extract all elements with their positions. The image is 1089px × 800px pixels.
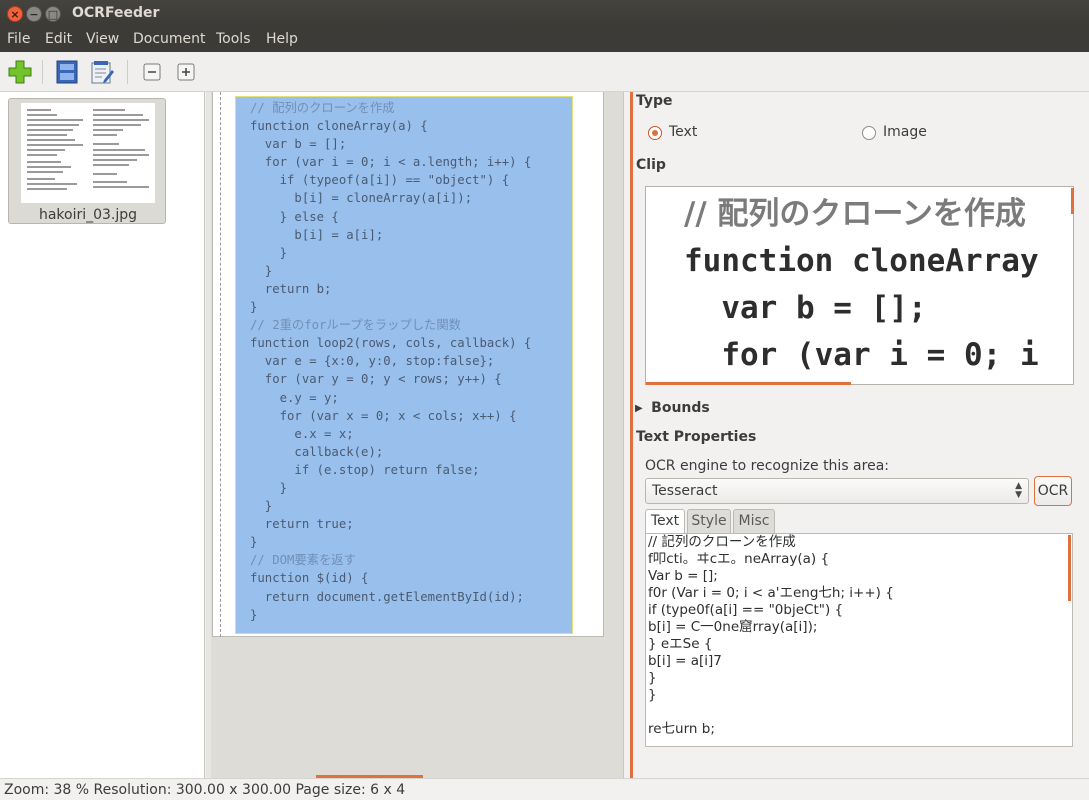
- code-line: var e = {x:0, y:0, stop:false};: [250, 354, 495, 369]
- expander-arrow-icon: ▶: [635, 403, 643, 414]
- code-line: e.y = y;: [250, 390, 339, 405]
- type-image-label[interactable]: Image: [883, 124, 927, 140]
- clip-heading: Clip: [636, 157, 666, 173]
- code-line: function loop2(rows, cols, callback) {: [250, 336, 532, 351]
- clip-horizontal-scrollbar[interactable]: [646, 382, 851, 385]
- add-image-button[interactable]: [6, 58, 34, 86]
- tab-style[interactable]: Style: [687, 509, 731, 533]
- ocr-engine-value: Tesseract: [652, 483, 718, 499]
- code-line: }: [250, 535, 258, 550]
- toolbar: [0, 52, 1089, 92]
- clip-preview: // 配列のクローンを作成 function cloneArray var b =…: [645, 186, 1074, 385]
- type-text-radio[interactable]: [648, 126, 662, 140]
- bounds-heading: Bounds: [651, 400, 710, 416]
- menu-bar: File Edit View Document Tools Help: [0, 28, 1089, 52]
- code-comment-line: // DOM要素を返す: [250, 553, 356, 568]
- ocr-text-editor[interactable]: // 記列のクローンを作成 f叩cti。ヰcエ。neArray(a) { Var…: [645, 533, 1073, 747]
- code-line: b[i] = a[i];: [250, 227, 384, 242]
- title-bar: × − □ OCRFeeder: [0, 0, 1089, 28]
- code-comment-line: // 2重のforループをラップした関数: [250, 318, 461, 333]
- ocrfeeder-window: × − □ OCRFeeder File Edit View Document …: [0, 0, 1089, 800]
- add-icon: [8, 60, 32, 84]
- status-text: Zoom: 38 % Resolution: 300.00 x 300.00 P…: [4, 782, 406, 798]
- clip-line: for (var i = 0; i: [684, 337, 1039, 373]
- zoom-in-button[interactable]: [172, 58, 200, 86]
- panel-scrollbar[interactable]: [630, 92, 633, 778]
- clip-line: function cloneArray: [684, 243, 1039, 279]
- type-heading: Type: [636, 93, 673, 109]
- clip-vertical-scrollbar[interactable]: [1071, 188, 1074, 214]
- code-line: var b = [];: [250, 137, 347, 152]
- ocr-engine-label: OCR engine to recognize this area:: [645, 458, 889, 474]
- text-editor-scrollbar[interactable]: [1068, 535, 1071, 601]
- code-line: return document.getElementById(id);: [250, 589, 524, 604]
- code-line: }: [250, 480, 288, 495]
- toolbar-separator: [127, 60, 128, 84]
- menu-view[interactable]: View: [86, 31, 119, 47]
- text-properties-heading: Text Properties: [636, 429, 757, 445]
- menu-file[interactable]: File: [7, 31, 30, 47]
- page-thumbnail-item[interactable]: hakoiri_03.jpg: [8, 98, 166, 224]
- page-code-text: // 配列のクローンを作成 function cloneArray(a) { va…: [250, 99, 531, 624]
- code-line: } else {: [250, 209, 339, 224]
- code-line: b[i] = cloneArray(a[i]);: [250, 191, 473, 206]
- recognize-document-button[interactable]: [53, 58, 81, 86]
- code-line: return true;: [250, 517, 354, 532]
- menu-tools[interactable]: Tools: [216, 31, 251, 47]
- ocr-engine-select[interactable]: Tesseract ▲ ▼: [645, 478, 1029, 504]
- code-line: for (var x = 0; x < cols; x++) {: [250, 408, 517, 423]
- tab-misc[interactable]: Misc: [733, 509, 775, 533]
- code-line: e.x = x;: [250, 426, 354, 441]
- zoom-in-icon: [177, 63, 195, 81]
- area-properties-panel: Type Text Image Clip // 配列のクローンを作成 functi…: [625, 92, 1089, 778]
- code-line: if (typeof(a[i]) == "object") {: [250, 173, 510, 188]
- menu-document[interactable]: Document: [133, 31, 206, 47]
- page-filename: hakoiri_03.jpg: [38, 207, 138, 223]
- select-arrows-icon: ▲ ▼: [1015, 481, 1022, 500]
- clip-preview-text: // 配列のクローンを作成 function cloneArray var b =…: [684, 191, 1039, 379]
- code-line: for (var i = 0; i < a.length; i++) {: [250, 155, 532, 170]
- code-line: }: [250, 607, 258, 622]
- pane-resize-handle[interactable]: [206, 92, 211, 778]
- type-image-radio[interactable]: [862, 126, 876, 140]
- clip-line: // 配列のクローンを作成: [684, 196, 1026, 232]
- ocr-result-text: // 記列のクローンを作成 f叩cti。ヰcエ。neArray(a) { Var…: [648, 534, 894, 737]
- page-margin-guide: [220, 92, 221, 637]
- code-line: return b;: [250, 281, 332, 296]
- document-page: // 配列のクローンを作成 function cloneArray(a) { va…: [212, 92, 604, 637]
- bounds-expander[interactable]: ▶ Bounds: [635, 400, 710, 416]
- zoom-out-button[interactable]: [138, 58, 166, 86]
- selected-text-area[interactable]: // 配列のクローンを作成 function cloneArray(a) { va…: [235, 96, 573, 634]
- type-text-label[interactable]: Text: [669, 124, 697, 140]
- edit-document-button[interactable]: [88, 58, 116, 86]
- ocr-button[interactable]: OCR: [1034, 476, 1072, 506]
- code-line: function cloneArray(a) {: [250, 119, 428, 134]
- code-line: }: [250, 245, 288, 260]
- window-title: OCRFeeder: [72, 5, 160, 21]
- close-window-button[interactable]: ×: [7, 6, 23, 22]
- tab-text[interactable]: Text: [645, 509, 685, 534]
- page-thumbnail-image: [21, 103, 155, 203]
- page-list: hakoiri_03.jpg: [0, 92, 205, 778]
- code-line: function $(id) {: [250, 571, 369, 586]
- code-line: }: [250, 300, 258, 315]
- code-line: }: [250, 499, 273, 514]
- toolbar-separator: [42, 60, 43, 84]
- menu-edit[interactable]: Edit: [45, 31, 72, 47]
- zoom-out-icon: [143, 63, 161, 81]
- edit-text-icon: [91, 61, 114, 84]
- status-bar: Zoom: 38 % Resolution: 300.00 x 300.00 P…: [0, 778, 1089, 800]
- code-line: for (var y = 0; y < rows; y++) {: [250, 372, 502, 387]
- minimize-window-button[interactable]: −: [26, 6, 42, 22]
- clip-line: var b = [];: [684, 290, 927, 326]
- maximize-window-button[interactable]: □: [45, 6, 61, 22]
- page-layout-icon: [56, 60, 78, 84]
- menu-help[interactable]: Help: [266, 31, 298, 47]
- code-comment-line: // 配列のクローンを作成: [250, 101, 395, 115]
- document-canvas[interactable]: // 配列のクローンを作成 function cloneArray(a) { va…: [206, 92, 624, 778]
- code-line: if (e.stop) return false;: [250, 462, 480, 477]
- code-line: }: [250, 263, 273, 278]
- code-line: callback(e);: [250, 444, 384, 459]
